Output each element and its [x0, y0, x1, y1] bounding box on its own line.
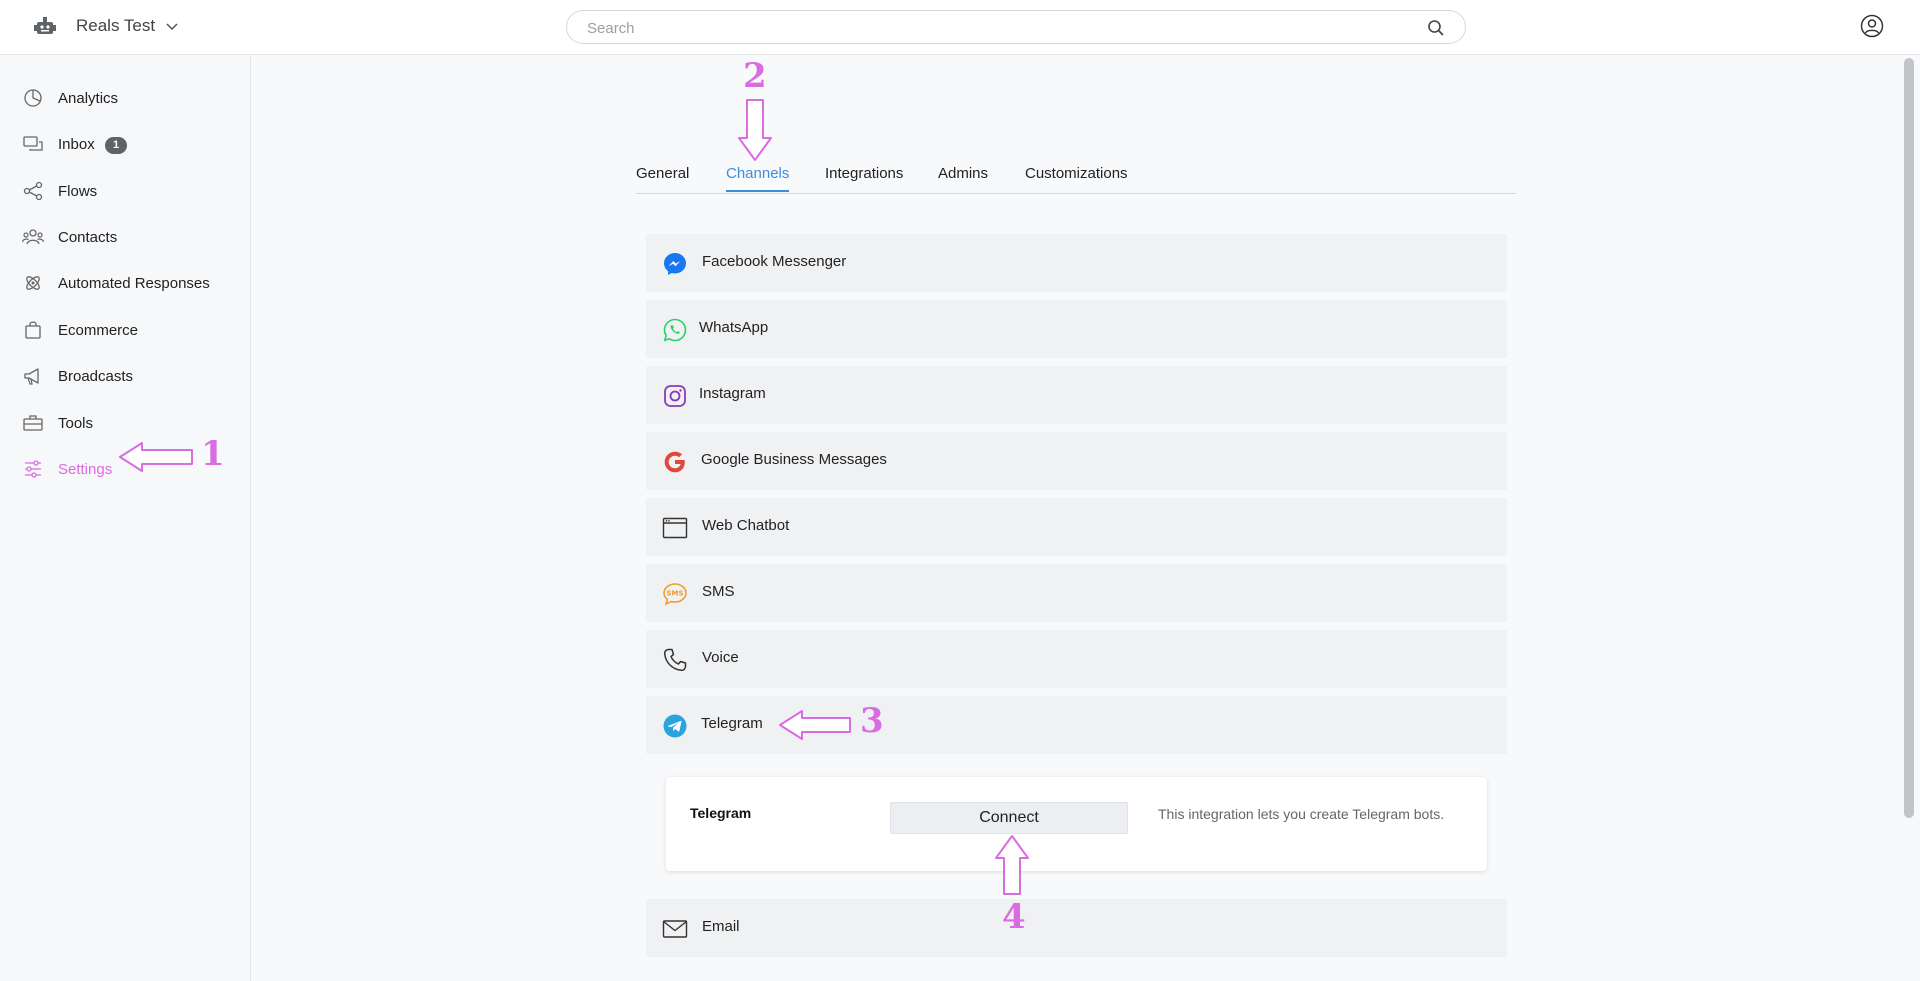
- instagram-icon: [664, 385, 686, 407]
- top-header: Reals Test: [0, 0, 1920, 55]
- tab-general[interactable]: General: [636, 165, 689, 190]
- envelope-icon: [662, 920, 688, 938]
- sms-icon: SMS: [663, 583, 687, 606]
- sidebar-item-flows[interactable]: Flows: [22, 176, 242, 206]
- sidebar-item-label: Contacts: [58, 228, 118, 246]
- channel-label: Web Chatbot: [702, 517, 790, 534]
- sidebar-item-label: Analytics: [58, 89, 119, 107]
- channel-label: Facebook Messenger: [702, 253, 847, 270]
- channel-label: Telegram: [701, 715, 763, 732]
- search-bar[interactable]: [566, 10, 1466, 44]
- panel-description: This integration lets you create Telegra…: [1158, 806, 1445, 822]
- workspace-name[interactable]: Reals Test: [76, 16, 155, 36]
- search-icon[interactable]: [1427, 19, 1445, 37]
- annotation-step-3: 3: [860, 701, 884, 741]
- google-icon: [664, 451, 685, 473]
- sidebar-item-label: Inbox: [58, 135, 95, 153]
- channel-label: Voice: [702, 649, 739, 666]
- annotation-arrow-left-icon: [119, 442, 193, 472]
- channel-label: Email: [702, 918, 740, 935]
- annotation-arrow-left-icon: [779, 710, 851, 740]
- flow-nodes-icon: [23, 181, 43, 201]
- sidebar-item-label: Broadcasts: [58, 367, 134, 385]
- pie-chart-icon: [24, 89, 42, 107]
- messenger-icon: [664, 253, 686, 275]
- sidebar-item-label: Ecommerce: [58, 321, 139, 339]
- sliders-icon: [25, 460, 41, 478]
- sidebar-item-label: Flows: [58, 182, 98, 200]
- channel-facebook-messenger[interactable]: Facebook Messenger: [646, 234, 1507, 292]
- annotation-step-2: 2: [743, 56, 767, 96]
- telegram-integration-panel: Telegram Connect This integration lets y…: [666, 777, 1487, 871]
- sidebar-item-label: Settings: [58, 460, 113, 478]
- megaphone-icon: [24, 368, 39, 385]
- channel-email[interactable]: Email: [646, 899, 1507, 957]
- annotation-arrow-up-icon: [995, 835, 1029, 895]
- channel-label: Google Business Messages: [701, 451, 887, 468]
- tab-admins[interactable]: Admins: [938, 165, 988, 190]
- sidebar-item-inbox[interactable]: Inbox 1: [22, 129, 242, 159]
- browser-window-icon: [662, 517, 688, 539]
- channel-telegram[interactable]: Telegram: [646, 696, 1507, 754]
- panel-title: Telegram: [690, 805, 752, 821]
- sidebar-item-analytics[interactable]: Analytics: [22, 83, 242, 113]
- sidebar-item-automated-responses[interactable]: Automated Responses: [22, 268, 242, 298]
- sidebar-item-label: Tools: [58, 414, 94, 432]
- whatsapp-icon: [663, 318, 687, 342]
- unread-count-badge: 1: [105, 137, 127, 154]
- channel-label: SMS: [702, 583, 735, 600]
- toolbox-icon: [23, 415, 43, 431]
- user-account-icon[interactable]: [1860, 14, 1884, 38]
- chat-bubbles-icon: [23, 136, 43, 151]
- sidebar-nav: Analytics Inbox 1 Flows Contacts Automat…: [0, 56, 251, 981]
- channel-label: Instagram: [699, 385, 766, 402]
- channel-label: WhatsApp: [699, 319, 769, 336]
- people-group-icon: [22, 229, 44, 245]
- channel-instagram[interactable]: Instagram: [646, 366, 1507, 424]
- channel-whatsapp[interactable]: WhatsApp: [646, 300, 1507, 358]
- channel-web-chatbot[interactable]: Web Chatbot: [646, 498, 1507, 556]
- telegram-icon: [663, 714, 687, 738]
- channel-voice[interactable]: Voice: [646, 630, 1507, 688]
- annotation-step-4: 4: [1002, 897, 1026, 937]
- annotation-step-1: 1: [201, 434, 225, 474]
- robot-icon[interactable]: [34, 15, 56, 37]
- search-input[interactable]: [587, 17, 1407, 39]
- sidebar-item-contacts[interactable]: Contacts: [22, 222, 242, 252]
- tab-channels[interactable]: Channels: [726, 165, 790, 192]
- phone-icon: [663, 648, 687, 672]
- tab-customizations[interactable]: Customizations: [1025, 165, 1128, 190]
- shopping-bag-icon: [25, 321, 41, 339]
- tab-integrations[interactable]: Integrations: [825, 165, 903, 190]
- connect-button[interactable]: Connect: [890, 802, 1128, 834]
- svg-text:SMS: SMS: [666, 590, 683, 598]
- chevron-down-icon[interactable]: [164, 18, 180, 34]
- page-scrollbar[interactable]: [1904, 58, 1914, 818]
- channel-google-business-messages[interactable]: Google Business Messages: [646, 432, 1507, 490]
- channel-sms[interactable]: SMS SMS: [646, 564, 1507, 622]
- annotation-arrow-down-icon: [738, 99, 772, 161]
- sidebar-item-label: Automated Responses: [58, 274, 210, 292]
- atom-icon: [26, 276, 40, 290]
- sidebar-item-broadcasts[interactable]: Broadcasts: [22, 361, 242, 391]
- sidebar-item-ecommerce[interactable]: Ecommerce: [22, 315, 242, 345]
